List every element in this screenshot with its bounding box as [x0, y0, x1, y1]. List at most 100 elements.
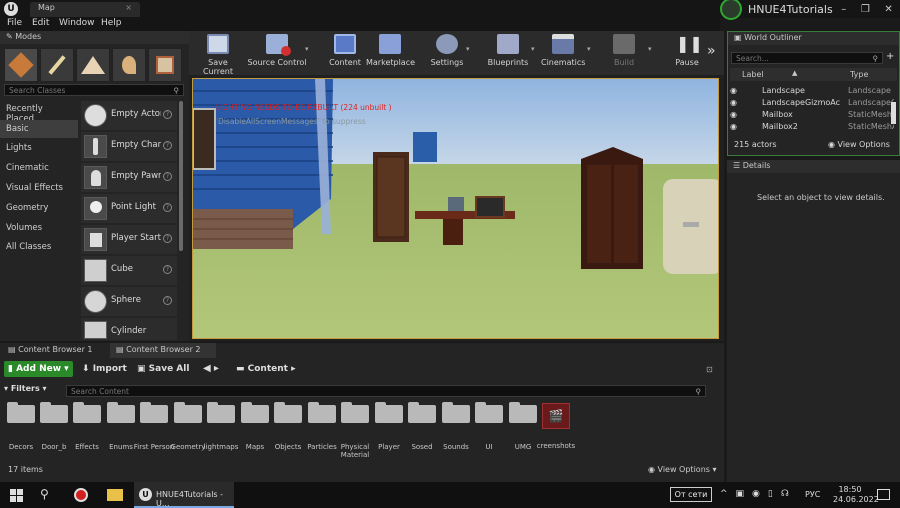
close-tab-icon[interactable]: ×	[125, 3, 132, 12]
cinematics-button[interactable]: Cinematics	[541, 34, 585, 74]
clock[interactable]: 18:50 24.06.2022	[833, 485, 879, 505]
tab-content-browser-1[interactable]: ▤ Content Browser 1	[2, 343, 108, 358]
opera-browser-icon[interactable]	[74, 488, 88, 502]
folder-icon	[408, 402, 436, 423]
col-type-header[interactable]: Type	[850, 70, 868, 79]
add-actor-icon[interactable]: +	[886, 51, 894, 62]
plus-icon: ▮	[8, 364, 17, 374]
place-item-empty-pawn[interactable]: Empty Pawn?	[81, 163, 177, 192]
build-button[interactable]: Build	[609, 34, 639, 74]
scene-render[interactable]: LIGHTING NEEDS TO BE REBUILT (224 unbuil…	[192, 78, 719, 339]
help-icon[interactable]: ?	[163, 110, 172, 119]
windows-start-icon[interactable]	[10, 489, 23, 502]
save-all-button[interactable]: ▣ Save All	[137, 364, 189, 374]
settings-button[interactable]: Settings	[429, 34, 465, 74]
category-cinematic[interactable]: Cinematic	[0, 159, 78, 177]
outliner-row[interactable]: ◉ Mailbox2 StaticMeshA	[730, 122, 897, 134]
lock-icon[interactable]: ⊡	[706, 365, 713, 374]
menu-help[interactable]: Help	[101, 18, 122, 28]
category-all-classes[interactable]: All Classes	[0, 238, 78, 256]
notifications-icon[interactable]	[877, 489, 890, 500]
dropdown-arrow-icon[interactable]: ▾	[531, 45, 535, 53]
place-item-cube[interactable]: Cube?	[81, 256, 177, 285]
place-item-empty-character[interactable]: Empty Chara?	[81, 132, 177, 161]
content-button[interactable]: Content	[327, 34, 363, 74]
help-icon[interactable]: ?	[163, 141, 172, 150]
dropdown-arrow-icon[interactable]: ▾	[648, 45, 652, 53]
place-item-empty-actor[interactable]: Empty Actor?	[81, 101, 177, 130]
help-icon[interactable]: ?	[163, 203, 172, 212]
classes-search-input[interactable]: Search Classes ⚲	[4, 84, 184, 96]
tab-map[interactable]: Map ×	[30, 2, 140, 17]
dropdown-arrow-icon[interactable]: ▾	[466, 45, 470, 53]
help-icon[interactable]: ?	[163, 234, 172, 243]
tab-content-browser-2[interactable]: ▤ Content Browser 2	[110, 343, 216, 358]
foliage-mode-icon[interactable]	[112, 48, 146, 82]
dropdown-arrow-icon[interactable]: ▾	[587, 45, 591, 53]
content-search-input[interactable]: Search Content ⚲	[66, 385, 706, 397]
place-item-sphere[interactable]: Sphere?	[81, 287, 177, 316]
help-icon[interactable]: ?	[163, 296, 172, 305]
paint-mode-icon[interactable]	[40, 48, 74, 82]
menu-window[interactable]: Window	[59, 18, 95, 28]
outliner-view-options[interactable]: ◉ View Options	[828, 140, 890, 149]
input-language[interactable]: РУС	[805, 490, 820, 499]
file-explorer-icon[interactable]	[107, 489, 123, 501]
place-item-point-light[interactable]: Point Light?	[81, 194, 177, 223]
pause-button[interactable]: ❚❚ Pause	[673, 34, 703, 74]
visibility-eye-icon[interactable]: ◉	[730, 86, 737, 95]
category-volumes[interactable]: Volumes	[0, 219, 78, 237]
save-current-button[interactable]: Save Current	[194, 34, 242, 76]
landscape-mode-icon[interactable]	[76, 48, 110, 82]
category-geometry[interactable]: Geometry	[0, 199, 78, 217]
add-new-button[interactable]: ▮ Add New ▾	[4, 361, 73, 377]
place-item-cylinder[interactable]: Cylinder	[81, 318, 177, 340]
outliner-search-input[interactable]: Search... ⚲	[731, 52, 883, 64]
category-basic[interactable]: Basic	[0, 120, 78, 138]
content-view-options[interactable]: ◉ View Options ▾	[648, 465, 717, 474]
world-outliner-tab[interactable]: ▣ World Outliner	[728, 32, 899, 45]
back-forward-icons[interactable]: ◀ ▸	[203, 363, 219, 374]
tray-icons[interactable]: ^▣◉▯☊	[720, 489, 797, 499]
import-button[interactable]: ⬇ Import	[82, 364, 127, 374]
asset-screenshots[interactable]: 🎬 creenshots	[537, 403, 575, 450]
outliner-row[interactable]: ◉ Landscape Landscape	[730, 86, 897, 98]
menu-file[interactable]: File	[7, 18, 22, 28]
minimize-icon[interactable]: –	[841, 4, 846, 15]
modes-scrollbar[interactable]	[179, 101, 183, 251]
category-visual-effects[interactable]: Visual Effects	[0, 179, 78, 197]
category-lights[interactable]: Lights	[0, 139, 78, 157]
search-icon[interactable]: ⚲	[40, 487, 49, 501]
visibility-eye-icon[interactable]: ◉	[730, 122, 737, 131]
sphere-icon	[84, 290, 107, 313]
dropdown-arrow-icon[interactable]: ▾	[305, 45, 309, 53]
source-control-button[interactable]: Source Control	[247, 34, 307, 74]
details-tab[interactable]: ☰ Details	[727, 160, 900, 173]
blueprints-button[interactable]: Blueprints	[487, 34, 529, 74]
place-item-player-start[interactable]: Player Start?	[81, 225, 177, 254]
outliner-row[interactable]: ◉ LandscapeGizmoAc LandscapeG	[730, 98, 897, 110]
outliner-scrollbar[interactable]	[891, 102, 896, 124]
marketplace-button[interactable]: Marketplace	[366, 34, 415, 74]
close-window-icon[interactable]: ✕	[884, 4, 892, 15]
geometry-mode-icon[interactable]	[148, 48, 182, 82]
network-status-button[interactable]: От сети	[670, 487, 712, 502]
help-icon[interactable]: ?	[163, 172, 172, 181]
visibility-eye-icon[interactable]: ◉	[730, 98, 737, 107]
clock-time: 18:50	[838, 485, 862, 494]
filters-button[interactable]: ▾ Filters ▾	[4, 384, 47, 393]
content-path[interactable]: ▬ Content ▸	[236, 364, 296, 374]
col-label-header[interactable]: Label	[742, 70, 764, 79]
modes-tab[interactable]: ✎ Modes	[0, 31, 189, 44]
maximize-icon[interactable]: ❐	[861, 4, 870, 15]
outliner-row[interactable]: ◉ Mailbox StaticMeshA	[730, 110, 897, 122]
taskbar-app-unreal[interactable]: U HNUE4Tutorials - U...	[134, 482, 234, 508]
toolbar-overflow-icon[interactable]: »	[707, 43, 716, 59]
sort-arrow-icon[interactable]: ▲	[792, 69, 797, 77]
level-viewport[interactable]: LIGHTING NEEDS TO BE REBUILT (224 unbuil…	[189, 75, 724, 341]
place-mode-icon[interactable]	[4, 48, 38, 82]
help-icon[interactable]: ?	[163, 265, 172, 274]
menu-edit[interactable]: Edit	[32, 18, 49, 28]
visibility-eye-icon[interactable]: ◉	[730, 110, 737, 119]
category-recently-placed[interactable]: Recently Placed	[0, 100, 78, 124]
